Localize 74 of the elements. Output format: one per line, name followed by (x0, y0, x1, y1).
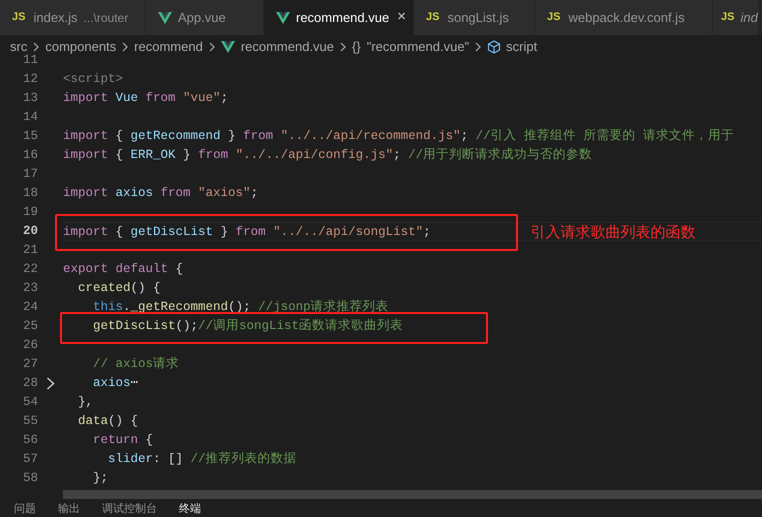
chevron-icon (338, 42, 348, 52)
vue-logo-icon (220, 40, 235, 52)
scrollbar[interactable] (63, 490, 762, 499)
code-line: // axios请求 (92, 357, 180, 371)
js-file-icon: JS (12, 9, 26, 26)
line-number: 12 (22, 71, 38, 88)
close-icon[interactable]: × (397, 6, 406, 29)
breadcrumb-item[interactable]: recommend.vue (240, 36, 334, 56)
line-number: 26 (22, 337, 38, 354)
code-line: }, (77, 395, 94, 409)
js-file-icon: JS (426, 9, 440, 26)
code-line: <script> (63, 72, 124, 86)
object-icon: {} (352, 36, 361, 56)
breadcrumb-item[interactable]: script (506, 36, 538, 56)
line-number: 24 (22, 299, 38, 316)
chevron-icon (473, 42, 484, 52)
line-number: 22 (22, 261, 38, 278)
editor-tab[interactable]: JS ind (713, 0, 759, 35)
line-number: 54 (22, 394, 38, 411)
code-line: import axios from "axios"; (63, 186, 258, 200)
code-line: return { (92, 433, 154, 447)
line-number: 25 (22, 318, 38, 335)
code-line: getDiscList();//调用songList函数请求歌曲列表 (92, 319, 404, 333)
line-number: 19 (22, 204, 38, 221)
breadcrumb-item[interactable]: components (45, 36, 116, 56)
code-line: import Vue from "vue"; (63, 91, 228, 105)
tab-path: ...\router (84, 10, 128, 26)
code-line: export default { (63, 262, 184, 276)
annotation-text: 引入请求歌曲列表的函数 (530, 223, 696, 242)
line-number: 11 (22, 52, 38, 69)
code-line: slider: [] //推荐列表的数据 (107, 452, 297, 466)
code-line: this._getRecommend(); //jsonp请求推荐列表 (92, 300, 389, 314)
js-file-icon: JS (721, 9, 734, 26)
vue-logo-icon (276, 12, 290, 24)
editor-tab[interactable]: App.vue (146, 0, 264, 35)
panel-tab[interactable]: 调试控制台 (102, 499, 157, 517)
code-line: import { getRecommend } from "../../api/recommend.js"; //引入 推荐组件 所需要的 请求文件，用于 (63, 129, 734, 143)
editor-tab[interactable]: JS webpack.dev.conf.js (535, 0, 713, 35)
chevron-icon (120, 42, 130, 52)
code-line: import { getDiscList } from "../../api/songList"; (63, 225, 431, 239)
line-number: 18 (22, 185, 38, 202)
panel-tab[interactable]: 终端 (179, 499, 201, 517)
editor-tab[interactable]: recommend.vue × (264, 0, 414, 35)
line-number: 13 (22, 90, 38, 107)
code-line: axios⋯ (92, 376, 138, 390)
code-line: import { ERR_OK } from "../../api/config.js"; //用于判断请求成功与否的参数 (63, 148, 592, 162)
code-line: data() { (77, 414, 138, 428)
line-number: 17 (22, 166, 38, 183)
chevron-icon (31, 42, 42, 52)
vue-logo-icon (158, 12, 172, 24)
code-line: created() { (77, 281, 161, 295)
line-number: 55 (22, 413, 38, 430)
editor-tab[interactable]: JS index.js ...\router (0, 0, 146, 35)
line-number: 27 (22, 356, 38, 373)
fold-chevron-icon[interactable] (46, 377, 55, 390)
cube-icon (487, 40, 502, 54)
line-number: 56 (22, 432, 38, 449)
line-number: 28 (22, 375, 38, 392)
line-number: 15 (22, 128, 38, 145)
line-number: 23 (22, 280, 38, 297)
panel-tab[interactable]: 问题 (14, 499, 36, 517)
line-number: 21 (22, 242, 38, 259)
panel-tab[interactable]: 输出 (58, 499, 80, 517)
breadcrumb-item[interactable]: "recommend.vue" (366, 36, 470, 56)
editor-tab[interactable]: JS songList.js (414, 0, 535, 35)
line-number: 58 (22, 470, 38, 487)
code-line: }; (92, 471, 108, 485)
line-number: 14 (22, 109, 38, 126)
line-number: 20 (22, 223, 38, 240)
line-number: 57 (22, 451, 38, 468)
js-file-icon: JS (547, 9, 560, 26)
breadcrumb-item[interactable]: recommend (134, 36, 203, 56)
chevron-icon (206, 42, 217, 52)
line-number: 16 (22, 147, 38, 164)
